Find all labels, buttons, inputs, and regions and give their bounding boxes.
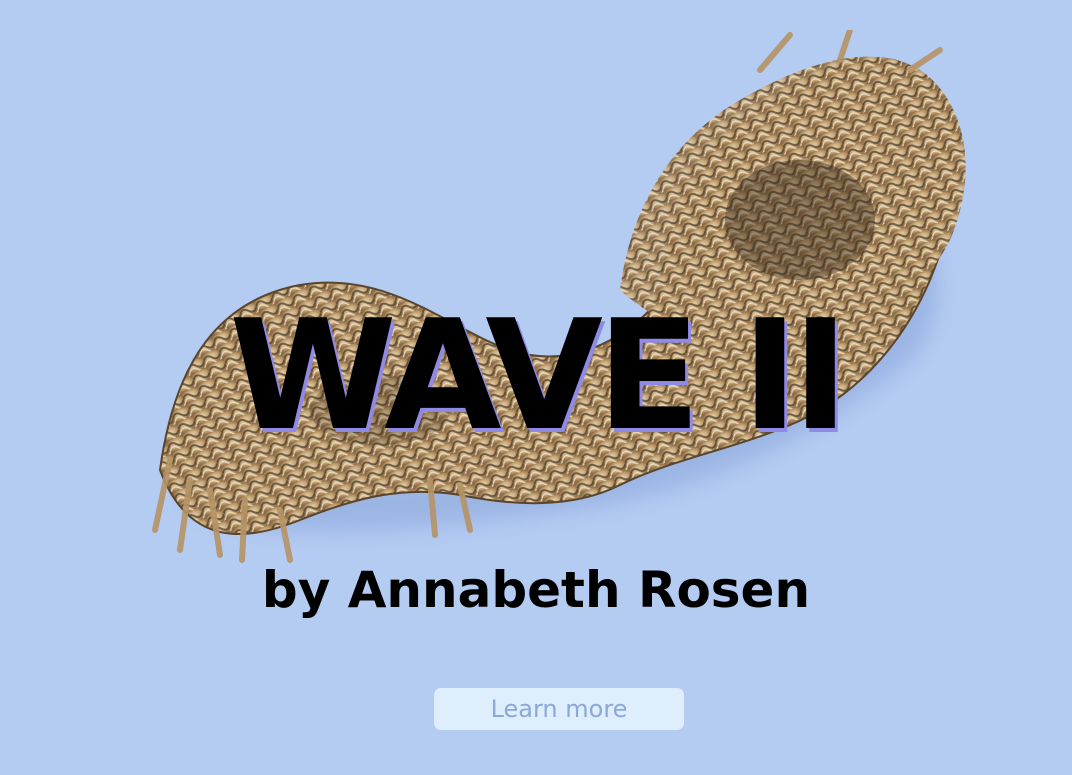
artist-byline: by Annabeth Rosen — [261, 561, 811, 619]
hero-section: WAVE II by Annabeth Rosen Learn more — [0, 0, 1072, 775]
page-title: WAVE II — [229, 287, 849, 464]
learn-more-button[interactable]: Learn more — [434, 688, 684, 730]
